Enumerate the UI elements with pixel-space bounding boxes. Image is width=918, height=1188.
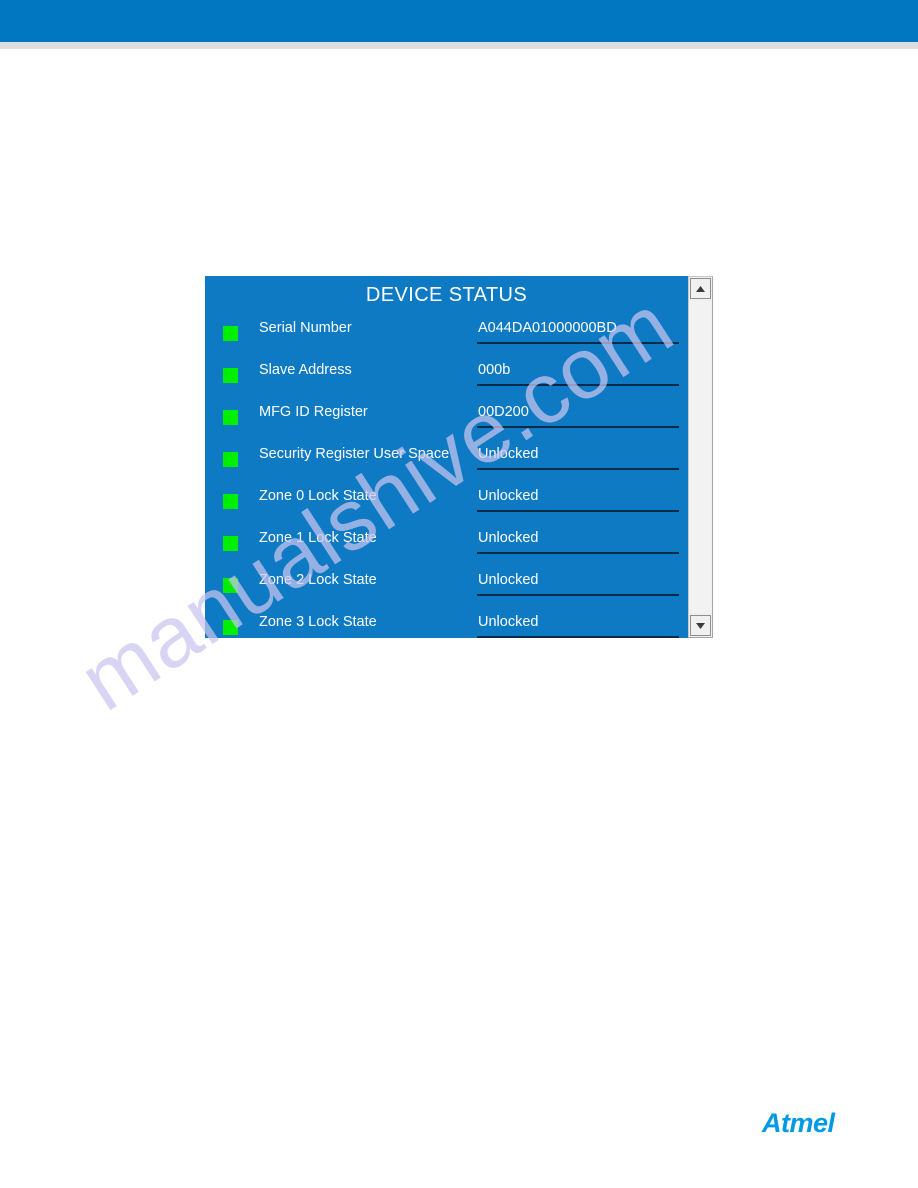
status-row-label: Slave Address (259, 362, 352, 378)
status-row: Slave Address 000b (205, 357, 688, 399)
status-row-value: Unlocked (478, 614, 539, 630)
status-row-label: Serial Number (259, 320, 352, 336)
status-led-indicator (223, 578, 238, 593)
status-row: Zone 3 Lock State Unlocked (205, 609, 688, 638)
status-row: Serial Number A044DA01000000BD (205, 315, 688, 357)
value-underline (477, 552, 679, 554)
status-row-label: Zone 1 Lock State (259, 530, 377, 546)
status-row-label: Security Register User Space (259, 446, 450, 462)
status-row: Security Register User Space Unlocked (205, 441, 688, 483)
status-row-value-field[interactable]: A044DA01000000BD (477, 318, 679, 348)
page-header-band (0, 0, 918, 42)
status-row-value: 00D200 (478, 404, 529, 420)
status-row-value-field[interactable]: 000b (477, 360, 679, 390)
status-led-indicator (223, 536, 238, 551)
document-page: manualshive.com DEVICE STATUS Serial Num… (0, 0, 918, 1188)
status-led-indicator (223, 620, 238, 635)
device-status-screenshot: DEVICE STATUS Serial Number A044DA0100000… (205, 276, 713, 638)
device-status-panel: DEVICE STATUS Serial Number A044DA0100000… (205, 276, 688, 638)
value-underline (477, 426, 679, 428)
triangle-up-icon (696, 285, 705, 292)
status-led-indicator (223, 452, 238, 467)
status-led-indicator (223, 326, 238, 341)
status-row-value: Unlocked (478, 572, 539, 588)
status-row-value-field[interactable]: Unlocked (477, 444, 679, 474)
value-underline (477, 636, 679, 638)
panel-title: DEVICE STATUS (365, 284, 528, 306)
status-row-value-field[interactable]: Unlocked (477, 612, 679, 638)
status-row-label: Zone 3 Lock State (259, 614, 377, 630)
scrollbar-track[interactable] (690, 301, 711, 613)
status-row-value-field[interactable]: Unlocked (477, 570, 679, 600)
page-header-divider (0, 42, 918, 49)
status-led-indicator (223, 494, 238, 509)
status-row: Zone 0 Lock State Unlocked (205, 483, 688, 525)
value-underline (477, 468, 679, 470)
value-underline (477, 510, 679, 512)
status-row-label: MFG ID Register (259, 404, 368, 420)
status-led-indicator (223, 368, 238, 383)
status-row-value-field[interactable]: 00D200 (477, 402, 679, 432)
status-row-value: Unlocked (478, 488, 539, 504)
status-row-label: Zone 0 Lock State (259, 488, 377, 504)
value-underline (477, 342, 679, 344)
triangle-down-icon (696, 622, 705, 629)
status-row: Zone 1 Lock State Unlocked (205, 525, 688, 567)
value-underline (477, 384, 679, 386)
panel-scrollbar[interactable] (688, 276, 713, 638)
scrollbar-down-button[interactable] (690, 615, 711, 636)
status-row-value: Unlocked (478, 530, 539, 546)
atmel-logo: Atmel (762, 1108, 835, 1138)
status-row-value-field[interactable]: Unlocked (477, 528, 679, 558)
scrollbar-up-button[interactable] (690, 278, 711, 299)
status-row: MFG ID Register 00D200 (205, 399, 688, 441)
status-row-value: A044DA01000000BD (478, 320, 617, 336)
status-row-value: Unlocked (478, 446, 539, 462)
status-row: Zone 2 Lock State Unlocked (205, 567, 688, 609)
status-row-value: 000b (478, 362, 511, 378)
status-led-indicator (223, 410, 238, 425)
status-row-label: Zone 2 Lock State (259, 572, 377, 588)
status-row-value-field[interactable]: Unlocked (477, 486, 679, 516)
value-underline (477, 594, 679, 596)
